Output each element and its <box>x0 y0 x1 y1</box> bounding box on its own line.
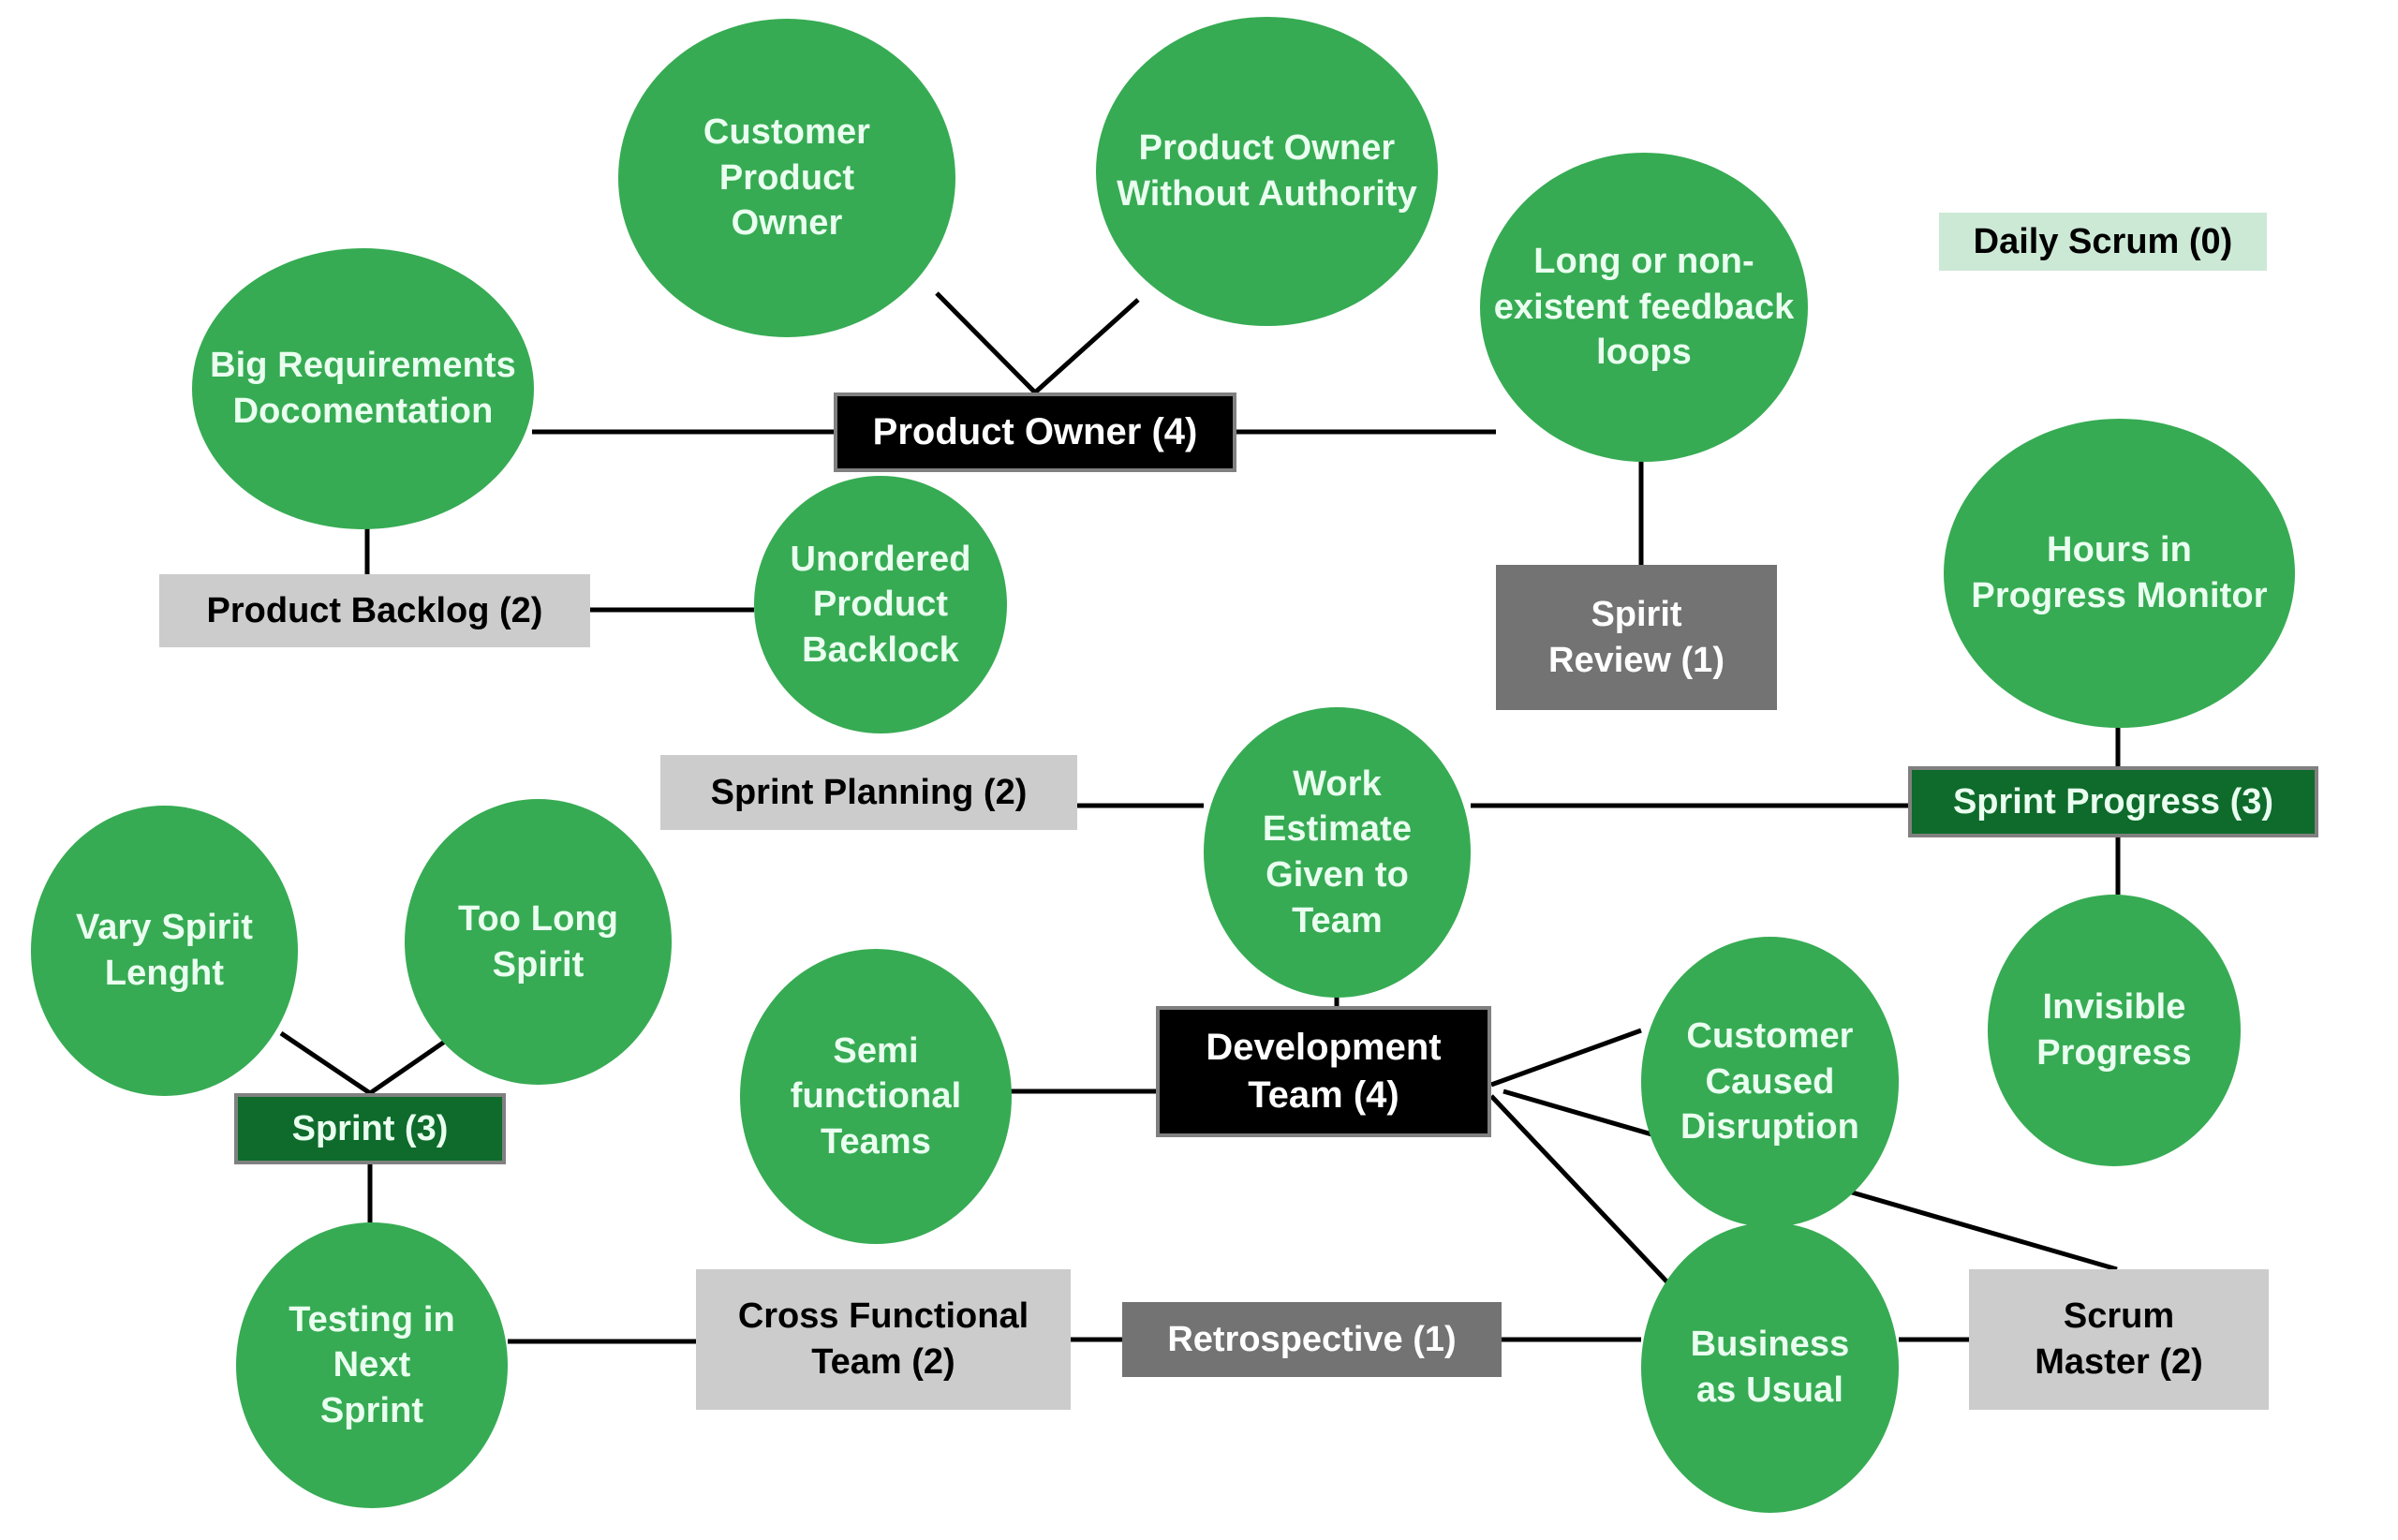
node-too_long_spirit[interactable]: Too Long Spirit <box>405 799 672 1085</box>
node-sprint_progress[interactable]: Sprint Progress (3) <box>1908 766 2318 837</box>
node-business_as_usual[interactable]: Business as Usual <box>1641 1222 1899 1513</box>
node-semi_functional_teams[interactable]: Semi functional Teams <box>740 949 1012 1244</box>
node-testing_next_sprint[interactable]: Testing in Next Sprint <box>236 1222 508 1508</box>
node-label-cross_functional_team: Cross Functional Team (2) <box>737 1296 1029 1382</box>
node-label-business_as_usual: Business as Usual <box>1690 1325 1850 1410</box>
node-invisible_progress[interactable]: Invisible Progress <box>1988 895 2241 1166</box>
node-scrum_master[interactable]: Scrum Master (2) <box>1969 1269 2269 1410</box>
node-label-too_long_spirit: Too Long Spirit <box>457 898 619 985</box>
diagram-canvas: Big Requirements Docomentation Customer P… <box>0 0 2398 1540</box>
node-retrospective[interactable]: Retrospective (1) <box>1122 1302 1502 1377</box>
node-label-big_requirements: Big Requirements Docomentation <box>210 346 516 431</box>
node-label-work_estimate: Work Estimate Given to Team <box>1262 763 1413 940</box>
node-label-testing_next_sprint: Testing in Next Sprint <box>289 1299 455 1430</box>
node-product_backlog[interactable]: Product Backlog (2) <box>159 574 590 647</box>
edge-customer_product_owner-to-product_owner <box>935 291 1037 394</box>
node-cross_functional_team[interactable]: Cross Functional Team (2) <box>696 1269 1071 1410</box>
node-label-daily_scrum: Daily Scrum (0) <box>1973 221 2233 261</box>
node-label-spirit_review: Spirit Review (1) <box>1548 594 1724 680</box>
node-label-sprint: Sprint (3) <box>291 1108 449 1148</box>
node-label-product_owner_no_auth: Product Owner Without Authority <box>1117 128 1417 214</box>
node-label-sprint_planning: Sprint Planning (2) <box>710 772 1028 812</box>
node-label-customer_product_owner: Customer Product Owner <box>703 112 871 244</box>
node-label-vary_spirit_length: Vary Spirit Lenght <box>75 908 254 993</box>
node-long_feedback_loops[interactable]: Long or non- existent feedback loops <box>1480 153 1808 462</box>
node-daily_scrum[interactable]: Daily Scrum (0) <box>1939 213 2267 271</box>
node-label-retrospective: Retrospective (1) <box>1167 1319 1457 1359</box>
node-vary_spirit_length[interactable]: Vary Spirit Lenght <box>31 806 298 1096</box>
node-label-scrum_master: Scrum Master (2) <box>2035 1296 2203 1382</box>
node-work_estimate[interactable]: Work Estimate Given to Team <box>1204 707 1471 998</box>
edge-development_team-to-customer_disruption <box>1490 1028 1642 1088</box>
node-label-hours_in_progress: Hours in Progress Monitor <box>1971 530 2268 615</box>
node-customer_disruption[interactable]: Customer Caused Disruption <box>1641 937 1899 1227</box>
node-sprint[interactable]: Sprint (3) <box>234 1093 506 1164</box>
edge-product_owner_no_auth-to-product_owner <box>1033 298 1140 394</box>
node-label-product_owner: Product Owner (4) <box>872 410 1198 452</box>
node-product_owner[interactable]: Product Owner (4) <box>834 392 1236 472</box>
node-label-development_team: Development Team (4) <box>1206 1026 1442 1116</box>
node-sprint_planning[interactable]: Sprint Planning (2) <box>660 755 1077 830</box>
node-unordered_backlog[interactable]: Unordered Product Backlock <box>754 476 1007 733</box>
node-label-product_backlog: Product Backlog (2) <box>206 590 543 630</box>
node-product_owner_no_auth[interactable]: Product Owner Without Authority <box>1096 17 1438 326</box>
node-label-sprint_progress: Sprint Progress (3) <box>1952 781 2274 822</box>
node-spirit_review[interactable]: Spirit Review (1) <box>1496 565 1777 710</box>
node-development_team[interactable]: Development Team (4) <box>1156 1006 1491 1137</box>
node-customer_product_owner[interactable]: Customer Product Owner <box>618 19 955 337</box>
node-big_requirements[interactable]: Big Requirements Docomentation <box>192 248 534 529</box>
node-hours_in_progress[interactable]: Hours in Progress Monitor <box>1944 419 2295 728</box>
edge-vary_spirit_length-to-sprint <box>279 1030 372 1096</box>
node-label-unordered_backlog: Unordered Product Backlock <box>790 539 971 670</box>
node-label-semi_functional_teams: Semi functional Teams <box>790 1030 962 1162</box>
node-label-long_feedback_loops: Long or non- existent feedback loops <box>1493 242 1795 373</box>
node-label-invisible_progress: Invisible Progress <box>2036 987 2192 1073</box>
node-label-customer_disruption: Customer Caused Disruption <box>1680 1016 1859 1148</box>
